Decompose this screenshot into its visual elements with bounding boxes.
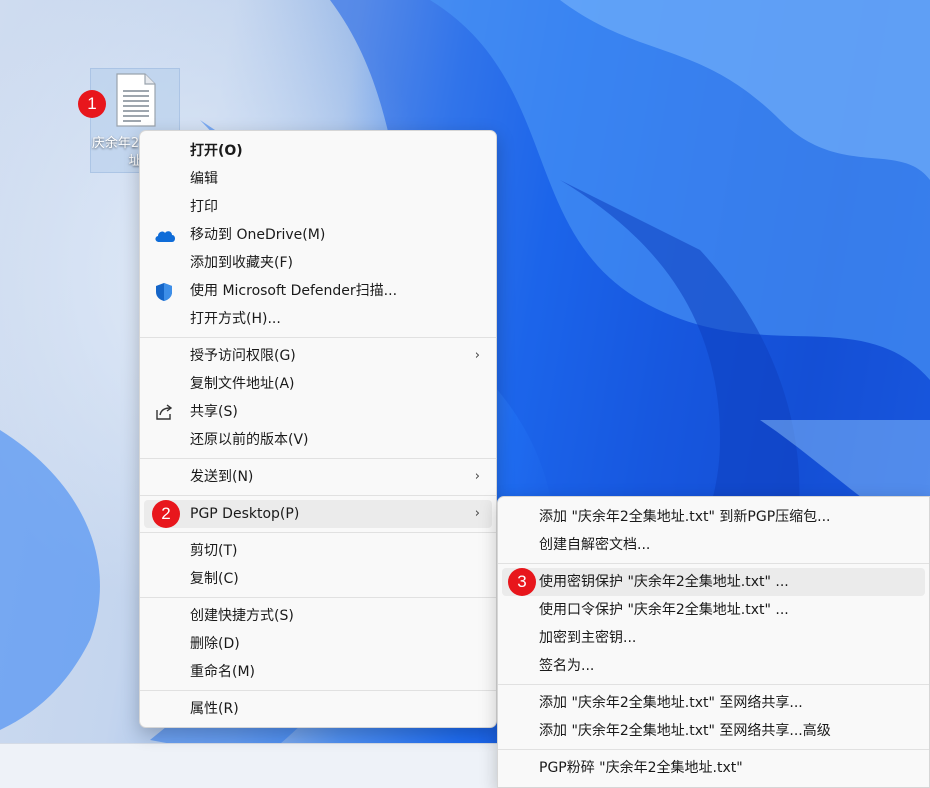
menu-item-label: 删除(D) (190, 636, 240, 652)
menu-item-send-to[interactable]: 发送到(N) › (144, 463, 492, 491)
menu-item-label: 创建自解密文档... (539, 537, 651, 553)
menu-item-label: 还原以前的版本(V) (190, 432, 309, 448)
menu-item-copy[interactable]: 复制(C) (144, 565, 492, 593)
menu-item-label: PGP粉碎 "庆余年2全集地址.txt" (539, 760, 743, 776)
submenu-item-add-to-pgp-zip[interactable]: 添加 "庆余年2全集地址.txt" 到新PGP压缩包... (502, 503, 925, 531)
menu-item-add-to-favorites[interactable]: 添加到收藏夹(F) (144, 249, 492, 277)
submenu-item-add-to-netshare[interactable]: 添加 "庆余年2全集地址.txt" 至网络共享... (502, 689, 925, 717)
menu-separator (140, 337, 496, 338)
menu-item-label: 发送到(N) (190, 469, 254, 485)
menu-item-label: 使用密钥保护 "庆余年2全集地址.txt" ... (539, 574, 789, 590)
file-context-menu: 打开(O) 编辑 打印 移动到 OneDrive(M) 添加到收藏夹(F) 使用… (139, 130, 497, 728)
menu-separator (498, 684, 929, 685)
menu-item-label: 添加 "庆余年2全集地址.txt" 至网络共享... (539, 695, 803, 711)
menu-item-label: 添加 "庆余年2全集地址.txt" 到新PGP压缩包... (539, 509, 831, 525)
menu-separator (140, 690, 496, 691)
menu-item-label: 剪切(T) (190, 543, 238, 559)
menu-item-label: 打开(O) (190, 143, 243, 159)
pgp-submenu: 添加 "庆余年2全集地址.txt" 到新PGP压缩包... 创建自解密文档...… (497, 496, 930, 788)
menu-item-properties[interactable]: 属性(R) (144, 695, 492, 723)
menu-item-label: 签名为... (539, 658, 595, 674)
menu-item-label: 加密到主密钥... (539, 630, 637, 646)
submenu-item-create-sda[interactable]: 创建自解密文档... (502, 531, 925, 559)
submenu-item-secure-with-key[interactable]: 使用密钥保护 "庆余年2全集地址.txt" ... (502, 568, 925, 596)
menu-item-open[interactable]: 打开(O) (144, 137, 492, 165)
submenu-item-secure-with-passphrase[interactable]: 使用口令保护 "庆余年2全集地址.txt" ... (502, 596, 925, 624)
menu-item-label: 复制(C) (190, 571, 239, 587)
chevron-right-icon: › (474, 469, 480, 484)
menu-item-pgp-desktop[interactable]: PGP Desktop(P) › (144, 500, 492, 528)
menu-item-label: 添加到收藏夹(F) (190, 255, 293, 271)
submenu-item-sign-as[interactable]: 签名为... (502, 652, 925, 680)
menu-item-defender-scan[interactable]: 使用 Microsoft Defender扫描... (144, 277, 492, 305)
defender-shield-icon (154, 282, 174, 301)
menu-item-label: 移动到 OneDrive(M) (190, 227, 326, 243)
menu-item-label: 添加 "庆余年2全集地址.txt" 至网络共享...高级 (539, 723, 831, 739)
menu-item-delete[interactable]: 删除(D) (144, 630, 492, 658)
menu-item-rename[interactable]: 重命名(M) (144, 658, 492, 686)
menu-separator (140, 532, 496, 533)
share-icon (154, 403, 174, 421)
menu-item-label: 属性(R) (190, 701, 239, 717)
menu-item-open-with[interactable]: 打开方式(H)... (144, 305, 492, 333)
menu-item-restore-versions[interactable]: 还原以前的版本(V) (144, 426, 492, 454)
menu-item-label: 使用 Microsoft Defender扫描... (190, 283, 398, 299)
menu-item-grant-access[interactable]: 授予访问权限(G) › (144, 342, 492, 370)
menu-separator (498, 563, 929, 564)
menu-item-move-to-onedrive[interactable]: 移动到 OneDrive(M) (144, 221, 492, 249)
submenu-item-pgp-shred[interactable]: PGP粉碎 "庆余年2全集地址.txt" (502, 754, 925, 782)
menu-item-label: PGP Desktop(P) (190, 506, 300, 522)
menu-item-share[interactable]: 共享(S) (144, 398, 492, 426)
menu-item-label: 授予访问权限(G) (190, 348, 296, 364)
step-badge-3: 3 (508, 568, 536, 596)
menu-separator (140, 458, 496, 459)
menu-item-print[interactable]: 打印 (144, 193, 492, 221)
chevron-right-icon: › (474, 506, 480, 521)
menu-item-label: 打开方式(H)... (190, 311, 281, 327)
menu-item-copy-path[interactable]: 复制文件地址(A) (144, 370, 492, 398)
menu-separator (498, 749, 929, 750)
step-badge-2: 2 (152, 500, 180, 528)
chevron-right-icon: › (474, 348, 480, 363)
step-badge-1: 1 (78, 90, 106, 118)
menu-item-label: 复制文件地址(A) (190, 376, 295, 392)
submenu-item-encrypt-to-master-key[interactable]: 加密到主密钥... (502, 624, 925, 652)
menu-item-label: 创建快捷方式(S) (190, 608, 294, 624)
menu-item-create-shortcut[interactable]: 创建快捷方式(S) (144, 602, 492, 630)
onedrive-cloud-icon (154, 226, 175, 244)
menu-separator (140, 495, 496, 496)
menu-item-edit[interactable]: 编辑 (144, 165, 492, 193)
text-file-icon (115, 73, 157, 131)
submenu-item-add-to-netshare-advanced[interactable]: 添加 "庆余年2全集地址.txt" 至网络共享...高级 (502, 717, 925, 745)
menu-item-label: 打印 (190, 199, 218, 215)
menu-item-cut[interactable]: 剪切(T) (144, 537, 492, 565)
menu-item-label: 重命名(M) (190, 664, 256, 680)
menu-separator (140, 597, 496, 598)
menu-item-label: 编辑 (190, 171, 218, 187)
menu-item-label: 使用口令保护 "庆余年2全集地址.txt" ... (539, 602, 789, 618)
menu-item-label: 共享(S) (190, 404, 238, 420)
